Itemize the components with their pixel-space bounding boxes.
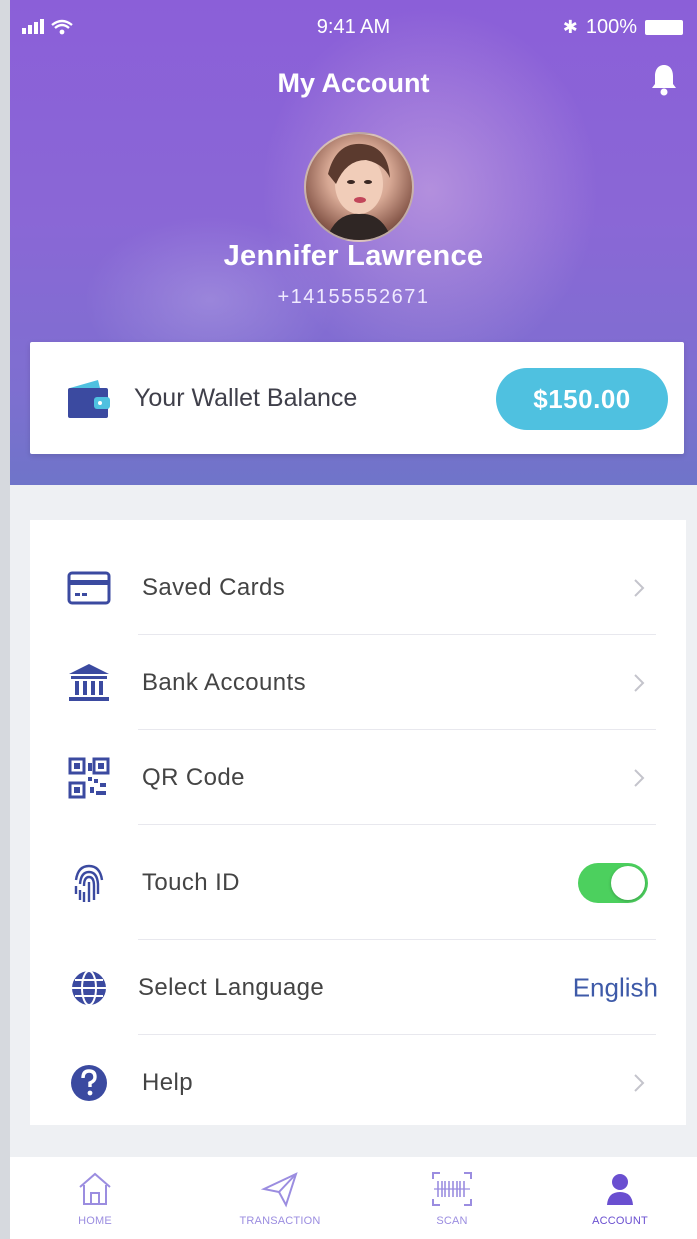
menu-item-touch-id: Touch ID [30,825,686,940]
wallet-icon [66,378,112,425]
wallet-amount-button[interactable]: $150.00 [496,368,668,430]
tab-account[interactable]: ACCOUNT [555,1157,685,1239]
qr-code-icon [66,755,112,801]
bluetooth-icon: ✱ [562,17,578,37]
avatar[interactable] [304,132,414,242]
battery-indicator: ✱ 100% [563,16,683,39]
user-phone-number: +14155552671 [277,286,430,308]
toggle-knob [611,865,645,900]
credit-card-icon [66,565,112,611]
menu-item-label: Bank Accounts [142,668,306,696]
page-title: My Account [277,68,430,98]
tab-label: HOME [78,1215,112,1227]
menu-item-select-language[interactable]: Select Language English [30,940,686,1035]
profile-header: 9:41 AM ✱ 100% My Account Jennifer Lawre… [10,0,697,485]
tab-home[interactable]: HOME [30,1157,160,1239]
menu-item-bank-accounts[interactable]: Bank Accounts [30,635,686,730]
touch-id-toggle[interactable] [578,862,648,903]
bank-icon [66,660,112,706]
tab-label: ACCOUNT [592,1215,648,1227]
home-icon [79,1172,111,1205]
bottom-tab-bar: HOME TRANSACTION SCAN ACCOUNT [10,1157,697,1239]
user-name: Jennifer Lawrence [223,240,484,272]
status-bar: 9:41 AM ✱ 100% [10,0,697,52]
menu-item-help[interactable]: Help [30,1035,686,1130]
chevron-right-icon [632,768,646,788]
scan-icon [432,1172,472,1206]
settings-menu: Saved Cards Bank Accounts QR Code Touch … [30,520,686,1125]
menu-item-label: Select Language [138,973,325,1001]
battery-percent: 100% [585,16,637,38]
phone-screen: 9:41 AM ✱ 100% My Account Jennifer Lawre… [10,0,697,1239]
chevron-right-icon [632,1073,646,1093]
wallet-label: Your Wallet Balance [134,384,358,412]
globe-icon [66,965,112,1011]
menu-item-label: QR Code [142,763,245,791]
wallet-balance-card[interactable]: Your Wallet Balance $150.00 [30,342,684,454]
chevron-right-icon [632,673,646,693]
help-icon [66,1060,112,1106]
tab-scan[interactable]: SCAN [387,1157,517,1239]
menu-item-label: Touch ID [142,868,240,896]
tab-label: SCAN [436,1215,468,1227]
menu-item-saved-cards[interactable]: Saved Cards [30,540,686,635]
selected-language[interactable]: English [573,972,658,1003]
chevron-right-icon [632,578,646,598]
menu-item-label: Saved Cards [142,573,286,601]
tab-transaction[interactable]: TRANSACTION [215,1157,345,1239]
bell-icon[interactable] [649,62,679,96]
menu-item-qr-code[interactable]: QR Code [30,730,686,825]
user-icon [607,1174,633,1205]
tab-label: TRANSACTION [239,1215,321,1227]
send-icon [260,1172,298,1208]
menu-item-label: Help [142,1068,193,1096]
battery-icon [645,20,683,35]
fingerprint-icon [66,860,112,906]
